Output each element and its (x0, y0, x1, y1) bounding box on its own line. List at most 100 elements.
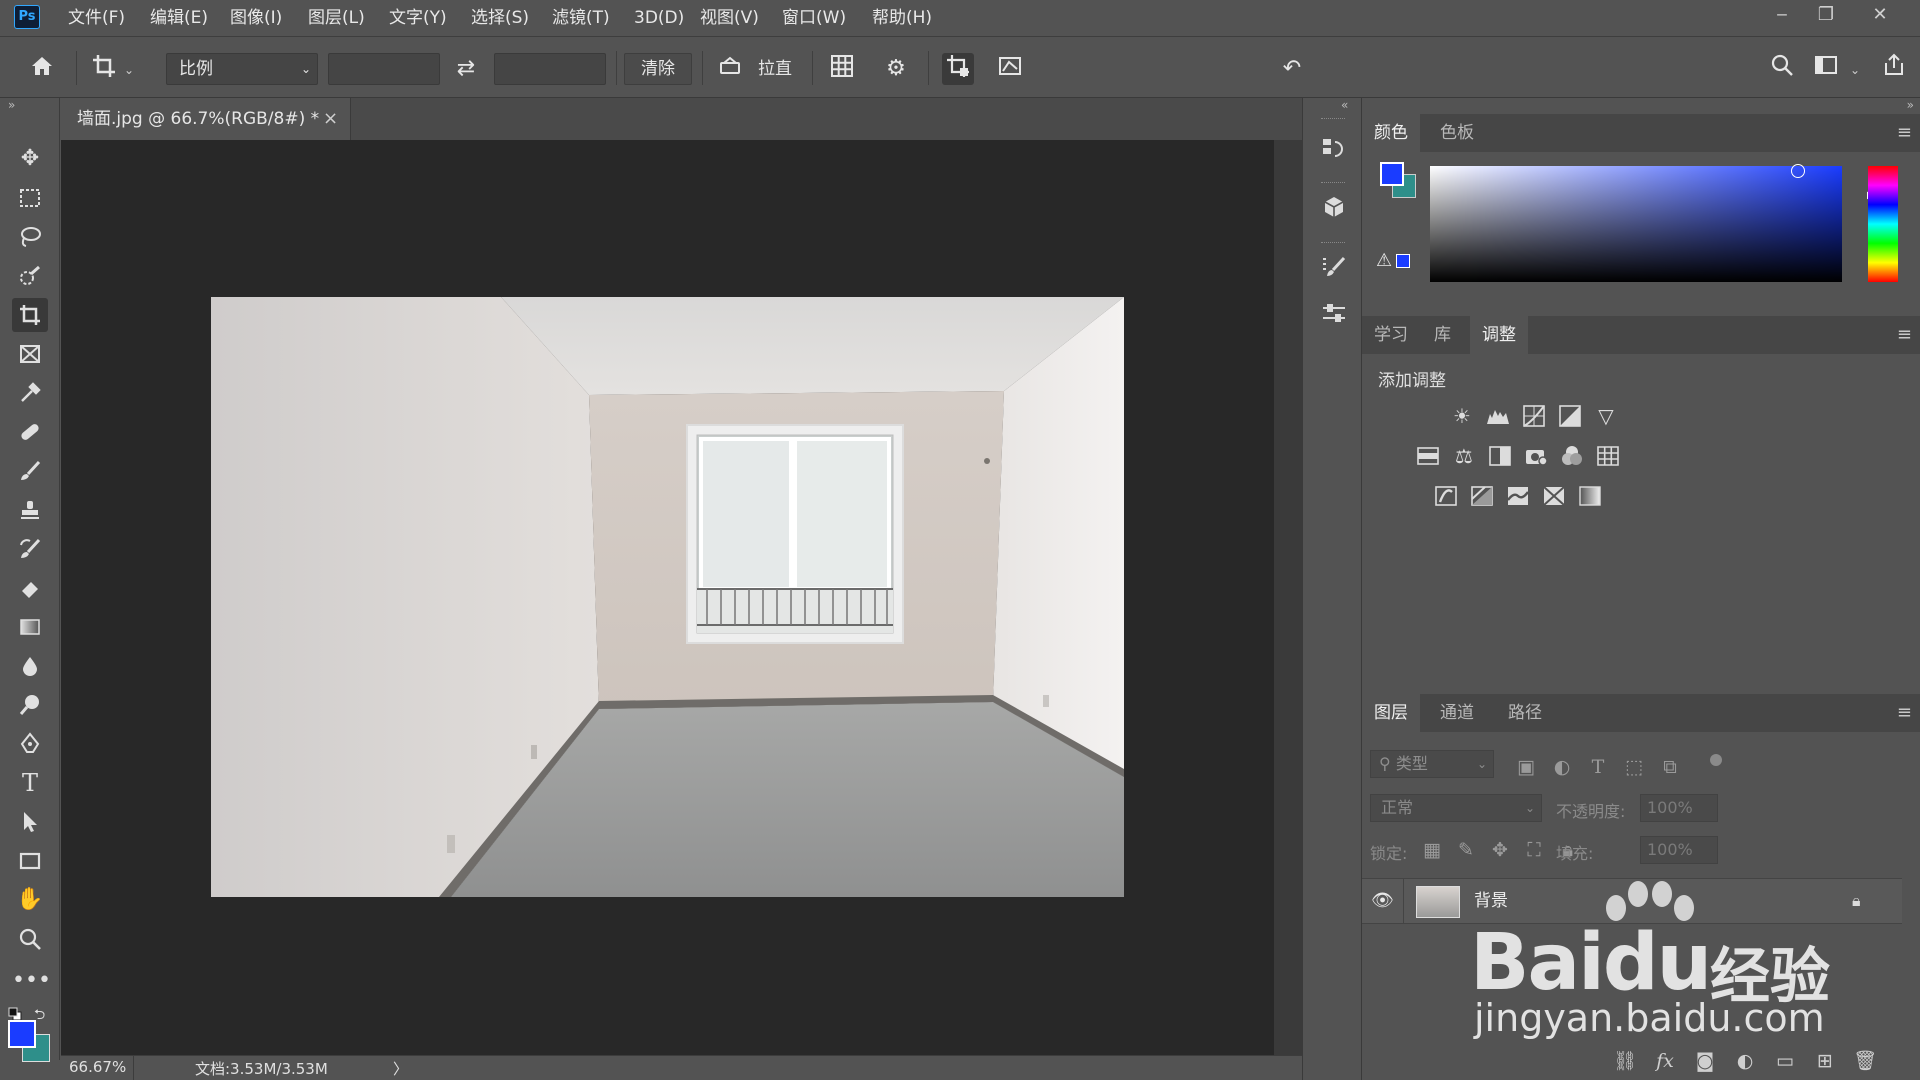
status-menu-arrow[interactable]: 〉 (393, 1058, 408, 1079)
hue-slider[interactable] (1868, 166, 1898, 282)
rectangle-tool-icon[interactable] (12, 844, 48, 878)
panel-menu-icon[interactable]: ≡ (1897, 316, 1912, 354)
color-balance-icon[interactable]: ⚖ (1450, 442, 1478, 470)
curves-icon[interactable] (1520, 402, 1548, 430)
gradient-tool-icon[interactable] (12, 610, 48, 644)
document-info[interactable]: 文档:3.53M/3.53M (195, 1058, 328, 1079)
clear-button[interactable]: 清除 (624, 53, 692, 85)
selective-color-icon[interactable] (1540, 482, 1568, 510)
adjustment-layer-icon[interactable]: ◐ (1730, 1048, 1760, 1074)
collapse-strip-icon[interactable]: « (1341, 98, 1348, 112)
menu-select[interactable]: 选择(S) (471, 0, 529, 36)
menu-image[interactable]: 图像(I) (230, 0, 282, 36)
dodge-tool-icon[interactable] (12, 688, 48, 722)
menu-layer[interactable]: 图层(L) (308, 0, 365, 36)
3d-panel-icon[interactable] (1317, 190, 1351, 224)
lock-transparent-icon[interactable]: ▦ (1418, 836, 1446, 864)
filter-toggle-icon[interactable] (1710, 754, 1722, 766)
panel-foreground-swatch[interactable] (1380, 162, 1404, 186)
menu-type[interactable]: 文字(Y) (389, 0, 447, 36)
close-tab-icon[interactable]: × (323, 98, 338, 140)
history-brush-tool-icon[interactable] (12, 532, 48, 566)
type-tool-icon[interactable]: T (12, 766, 48, 800)
blur-tool-icon[interactable] (12, 649, 48, 683)
width-input[interactable] (328, 53, 440, 85)
restore-button[interactable]: ❐ (1806, 0, 1846, 30)
new-layer-icon[interactable]: ⊞ (1810, 1048, 1840, 1074)
collapse-toolbar-icon[interactable]: » (8, 98, 15, 112)
menu-3d[interactable]: 3D(D) (634, 0, 684, 36)
channel-mixer-icon[interactable] (1558, 442, 1586, 470)
posterize-icon[interactable] (1468, 482, 1496, 510)
healing-brush-tool-icon[interactable] (12, 415, 48, 449)
tab-paths[interactable]: 路径 (1496, 694, 1554, 732)
lock-artboard-icon[interactable]: ⛶ (1520, 836, 1548, 864)
history-panel-icon[interactable] (1317, 132, 1351, 166)
menu-file[interactable]: 文件(F) (68, 0, 125, 36)
eye-icon[interactable]: 👁︎ (1362, 879, 1404, 923)
lock-position-icon[interactable]: ✥ (1486, 836, 1514, 864)
reset-icon[interactable]: ↶ (1276, 53, 1308, 85)
gradient-map-icon[interactable] (1576, 482, 1604, 510)
tab-adjustments[interactable]: 调整 (1470, 316, 1528, 354)
straighten-label[interactable]: 拉直 (758, 53, 792, 85)
levels-icon[interactable] (1484, 402, 1512, 430)
tab-libraries[interactable]: 库 (1422, 316, 1463, 354)
filter-adjustment-icon[interactable]: ◐ (1548, 753, 1576, 781)
black-white-icon[interactable] (1486, 442, 1514, 470)
search-icon[interactable] (1766, 53, 1798, 85)
menu-window[interactable]: 窗口(W) (782, 0, 846, 36)
home-icon[interactable] (26, 53, 58, 85)
layer-mask-icon[interactable]: ◙ (1690, 1048, 1720, 1074)
document-image[interactable] (211, 297, 1124, 897)
filter-pixel-icon[interactable]: ▣ (1512, 753, 1540, 781)
panel-menu-icon[interactable]: ≡ (1897, 114, 1912, 152)
menu-filter[interactable]: 滤镜(T) (552, 0, 610, 36)
quick-selection-tool-icon[interactable] (12, 259, 48, 293)
crop-preset-icon[interactable] (88, 53, 120, 85)
color-lookup-icon[interactable] (1594, 442, 1622, 470)
eraser-tool-icon[interactable] (12, 571, 48, 605)
blend-mode-select[interactable]: 正常 ⌄ (1370, 794, 1542, 822)
menu-help[interactable]: 帮助(H) (872, 0, 932, 36)
share-icon[interactable] (1878, 53, 1910, 85)
eyedropper-tool-icon[interactable] (12, 376, 48, 410)
document-tab[interactable]: 墙面.jpg @ 66.7%(RGB/8#) * × (61, 98, 351, 140)
height-input[interactable] (494, 53, 606, 85)
opacity-input[interactable]: 100% (1640, 794, 1718, 822)
filter-type-icon[interactable]: T (1584, 753, 1612, 781)
layer-filter-select[interactable]: ⚲ 类型 ⌄ (1370, 750, 1494, 778)
color-picker-ring[interactable] (1791, 164, 1805, 178)
threshold-icon[interactable] (1504, 482, 1532, 510)
tab-channels[interactable]: 通道 (1428, 694, 1486, 732)
move-tool-icon[interactable]: ✥ (12, 142, 48, 176)
collapse-panels-icon[interactable]: » (1907, 98, 1914, 112)
chevron-down-icon[interactable]: ⌄ (1850, 63, 1860, 77)
panel-menu-icon[interactable]: ≡ (1897, 694, 1912, 732)
tab-color[interactable]: 颜色 (1362, 114, 1420, 152)
properties-panel-icon[interactable] (1317, 296, 1351, 330)
minimize-button[interactable]: ‒ (1762, 0, 1802, 30)
brush-settings-icon[interactable] (1317, 250, 1351, 284)
zoom-level[interactable]: 66.67% (69, 1058, 126, 1076)
hue-saturation-icon[interactable] (1414, 442, 1442, 470)
exposure-icon[interactable] (1556, 402, 1584, 430)
lock-image-icon[interactable]: ✎ (1452, 836, 1480, 864)
content-aware-icon[interactable] (994, 53, 1026, 85)
invert-icon[interactable] (1432, 482, 1460, 510)
clone-stamp-tool-icon[interactable] (12, 493, 48, 527)
zoom-tool-icon[interactable] (12, 922, 48, 956)
vibrance-icon[interactable]: ▽ (1592, 402, 1620, 430)
tab-learn[interactable]: 学习 (1362, 316, 1420, 354)
gear-icon[interactable]: ⚙ (880, 53, 912, 85)
workspace-icon[interactable] (1810, 53, 1842, 85)
layer-style-icon[interactable]: fx (1650, 1048, 1680, 1074)
delete-cropped-pixels-icon[interactable] (942, 53, 974, 85)
ratio-select[interactable]: 比例 ⌄ (166, 53, 318, 85)
gamut-warning-icon[interactable]: ⚠ (1376, 250, 1392, 271)
gamut-swatch[interactable] (1396, 254, 1410, 268)
fill-input[interactable]: 100% (1640, 836, 1718, 864)
close-window-button[interactable]: ✕ (1860, 0, 1900, 30)
color-field[interactable] (1430, 166, 1842, 282)
swap-icon[interactable]: ⇄ (450, 53, 482, 85)
